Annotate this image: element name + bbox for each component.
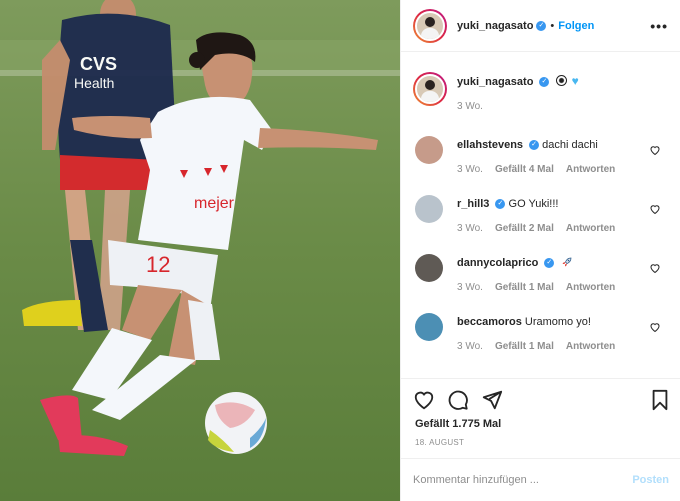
reply-button[interactable]: Antworten <box>566 223 615 234</box>
commenter-avatar[interactable] <box>415 136 443 164</box>
svg-text:12: 12 <box>146 252 170 277</box>
instagram-post: CVS Health mejer 12 yuki_nagasato ✓ • Fo… <box>0 0 680 501</box>
soccer-ball-icon <box>555 75 567 86</box>
comment-likes[interactable]: Gefällt 2 Mal <box>495 223 554 234</box>
likes-count[interactable]: Gefällt 1.775 Mal <box>415 418 501 430</box>
comments-list[interactable]: yuki_nagasato ✓ ♥ 3 Wo. ellahstevens ✓ d… <box>401 60 680 378</box>
reply-button[interactable]: Antworten <box>566 164 615 175</box>
soccer-match-image: CVS Health mejer 12 <box>0 0 400 501</box>
header-separator: • <box>550 19 555 32</box>
comment-likes[interactable]: Gefällt 1 Mal <box>495 341 554 352</box>
save-bookmark-icon[interactable] <box>649 389 671 411</box>
comment-item: beccamoros Uramomo yo! 3 Wo. Gefällt 1 M… <box>401 313 680 352</box>
comment-item: r_hill3 ✓ GO Yuki!!! 3 Wo. Gefällt 2 Mal… <box>401 195 680 234</box>
comment-likes[interactable]: Gefällt 4 Mal <box>495 164 554 175</box>
comment-text: dachi dachi <box>542 139 598 151</box>
comment-time[interactable]: 3 Wo. <box>457 164 483 175</box>
author-avatar[interactable] <box>413 8 447 43</box>
svg-text:CVS: CVS <box>80 54 117 74</box>
caption-time[interactable]: 3 Wo. <box>457 101 483 112</box>
comment-item: dannycolaprico ✓ 3 Wo. Gefällt 1 Mal Ant… <box>401 254 680 293</box>
comment-time[interactable]: 3 Wo. <box>457 341 483 352</box>
author-username[interactable]: yuki_nagasato <box>457 20 533 32</box>
svg-text:mejer: mejer <box>194 195 235 212</box>
svg-text:Health: Health <box>74 75 114 91</box>
like-heart-icon[interactable] <box>413 389 435 411</box>
comment-item: ellahstevens ✓ dachi dachi 3 Wo. Gefällt… <box>401 136 680 175</box>
commenter-avatar[interactable] <box>415 313 443 341</box>
post-photo[interactable]: CVS Health mejer 12 <box>0 0 400 501</box>
blue-heart-icon: ♥ <box>571 74 579 88</box>
reply-button[interactable]: Antworten <box>566 341 615 352</box>
commenter-avatar[interactable] <box>415 254 443 282</box>
post-actions: Gefällt 1.775 Mal 18. AUGUST <box>401 378 680 458</box>
add-comment-bar: Posten <box>401 458 680 501</box>
comment-likes[interactable]: Gefällt 1 Mal <box>495 282 554 293</box>
comment-time[interactable]: 3 Wo. <box>457 282 483 293</box>
verified-badge-icon: ✓ <box>544 258 555 269</box>
comment-bubble-icon[interactable] <box>447 389 469 411</box>
comment-username[interactable]: dannycolaprico <box>457 257 538 269</box>
like-comment-heart-icon[interactable] <box>649 144 661 156</box>
verified-badge-icon: ✓ <box>539 77 550 88</box>
share-paper-plane-icon[interactable] <box>481 389 503 411</box>
post-header: yuki_nagasato ✓ • Folgen ••• <box>401 0 680 52</box>
like-comment-heart-icon[interactable] <box>649 203 661 215</box>
post-side-panel: yuki_nagasato ✓ • Folgen ••• yuki_nagasa… <box>400 0 680 501</box>
comment-text: Uramomo yo! <box>524 316 591 328</box>
comment-time[interactable]: 3 Wo. <box>457 223 483 234</box>
caption-username[interactable]: yuki_nagasato <box>457 76 533 88</box>
caption: yuki_nagasato ✓ ♥ 3 Wo. <box>401 60 680 112</box>
rocket-icon <box>562 257 572 267</box>
comment-username[interactable]: beccamoros <box>457 316 522 328</box>
verified-badge-icon: ✓ <box>495 199 506 210</box>
follow-button[interactable]: Folgen <box>558 20 594 32</box>
more-options-icon[interactable]: ••• <box>650 18 668 34</box>
post-comment-button[interactable]: Posten <box>632 474 669 486</box>
verified-badge-icon: ✓ <box>536 20 547 31</box>
verified-badge-icon: ✓ <box>529 140 540 151</box>
comment-username[interactable]: r_hill3 <box>457 198 489 210</box>
post-date[interactable]: 18. AUGUST <box>415 438 464 447</box>
like-comment-heart-icon[interactable] <box>649 262 661 274</box>
comment-input[interactable] <box>413 474 633 486</box>
caption-avatar[interactable] <box>413 72 447 106</box>
like-comment-heart-icon[interactable] <box>649 321 661 333</box>
reply-button[interactable]: Antworten <box>566 282 615 293</box>
comment-username[interactable]: ellahstevens <box>457 139 523 151</box>
comment-text: GO Yuki!!! <box>508 198 559 210</box>
commenter-avatar[interactable] <box>415 195 443 223</box>
